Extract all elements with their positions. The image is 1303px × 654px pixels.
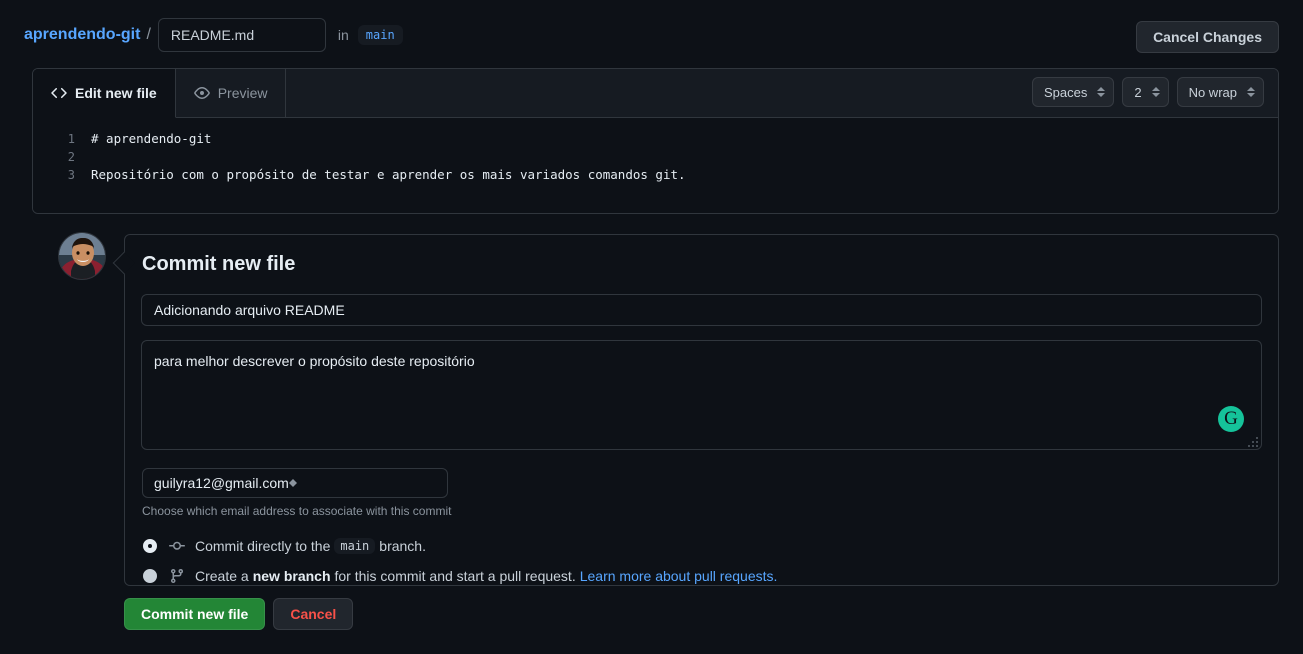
- commit-option-direct-text-after: branch.: [379, 538, 426, 554]
- tab-edit-new-file[interactable]: Edit new file: [33, 69, 176, 118]
- page-header: aprendendo-git / in main: [0, 0, 1303, 70]
- indent-mode-value: Spaces: [1043, 84, 1088, 100]
- commit-option-branch-text-after: for this commit and start a pull request…: [334, 568, 576, 584]
- pull-request-learn-more-link[interactable]: Learn more about pull requests.: [580, 568, 778, 584]
- indent-mode-select[interactable]: Spaces: [1031, 77, 1115, 107]
- code-line: 3 Repositório com o propósito de testar …: [33, 166, 1278, 184]
- line-text: Repositório com o propósito de testar e …: [91, 167, 686, 182]
- commit-email-help-text: Choose which email address to associate …: [142, 504, 452, 518]
- code-line: 1 # aprendendo-git: [33, 130, 1278, 148]
- indent-size-select[interactable]: 2: [1122, 77, 1169, 107]
- branch-badge: main: [357, 25, 403, 45]
- callout-arrow: [112, 251, 136, 275]
- radio-commit-directly[interactable]: [143, 539, 157, 553]
- commit-option-new-branch[interactable]: Create a new branch for this commit and …: [143, 568, 1262, 584]
- chevron-updown-icon: [1151, 87, 1160, 97]
- commit-option-direct-branch-badge: main: [334, 538, 376, 554]
- commit-panel: Commit new file para melhor descrever o …: [112, 234, 1279, 586]
- filename-input[interactable]: [157, 18, 326, 52]
- tab-edit-new-file-label: Edit new file: [75, 85, 157, 101]
- eye-icon: [193, 85, 210, 101]
- breadcrumb-repo-link[interactable]: aprendendo-git: [24, 26, 140, 44]
- editor-options: Spaces 2 No wrap: [1031, 77, 1264, 107]
- tab-preview-label: Preview: [217, 85, 268, 101]
- code-line: 2: [33, 148, 1278, 166]
- commit-option-branch-bold: new branch: [252, 568, 331, 584]
- footer-actions: Commit new file Cancel: [124, 598, 354, 630]
- page-root: aprendendo-git / in main Cancel Changes …: [0, 0, 1303, 654]
- wrap-mode-select[interactable]: No wrap: [1176, 77, 1264, 107]
- textarea-resize-handle[interactable]: [1247, 435, 1259, 447]
- commit-panel-heading: Commit new file: [142, 253, 296, 275]
- code-icon: [51, 85, 67, 101]
- commit-option-direct[interactable]: Commit directly to the main branch.: [143, 538, 1262, 554]
- avatar: [58, 232, 106, 280]
- chevron-updown-icon: [1097, 87, 1106, 97]
- commit-option-direct-text-before: Commit directly to the: [195, 538, 331, 554]
- editor-tabbar: Edit new file Preview Spaces 2 No wrap: [33, 69, 1278, 118]
- commit-description-wrapper: para melhor descrever o propósito deste …: [141, 340, 1262, 450]
- in-label: in: [337, 27, 349, 43]
- chevron-updown-icon: [288, 479, 297, 487]
- breadcrumb-separator: /: [146, 26, 151, 43]
- wrap-mode-value: No wrap: [1188, 84, 1237, 100]
- commit-email-value: guilyra12@gmail.com: [154, 475, 289, 491]
- chevron-updown-icon: [1247, 87, 1255, 97]
- cancel-changes-button[interactable]: Cancel Changes: [1136, 21, 1279, 53]
- commit-description-textarea[interactable]: para melhor descrever o propósito deste …: [141, 340, 1262, 450]
- line-number: 1: [67, 132, 75, 146]
- tab-preview[interactable]: Preview: [176, 69, 287, 117]
- line-number: 3: [67, 168, 75, 182]
- cancel-button[interactable]: Cancel: [273, 598, 354, 630]
- indent-size-value: 2: [1134, 84, 1142, 100]
- git-branch-icon: [169, 568, 185, 584]
- code-editor-content[interactable]: 1 # aprendendo-git 2 3 Repositório com o…: [33, 118, 1278, 213]
- radio-create-new-branch[interactable]: [143, 569, 157, 583]
- line-number: 2: [67, 150, 75, 164]
- editor-panel: Edit new file Preview Spaces 2 No wrap 1…: [32, 68, 1279, 214]
- grammarly-icon[interactable]: G: [1218, 406, 1244, 432]
- commit-email-select[interactable]: guilyra12@gmail.com: [142, 468, 448, 498]
- commit-option-branch-text-before: Create a: [195, 568, 249, 584]
- line-text: # aprendendo-git: [91, 131, 212, 146]
- commit-new-file-button[interactable]: Commit new file: [124, 598, 266, 630]
- git-commit-icon: [169, 538, 185, 554]
- commit-summary-input[interactable]: [141, 294, 1262, 326]
